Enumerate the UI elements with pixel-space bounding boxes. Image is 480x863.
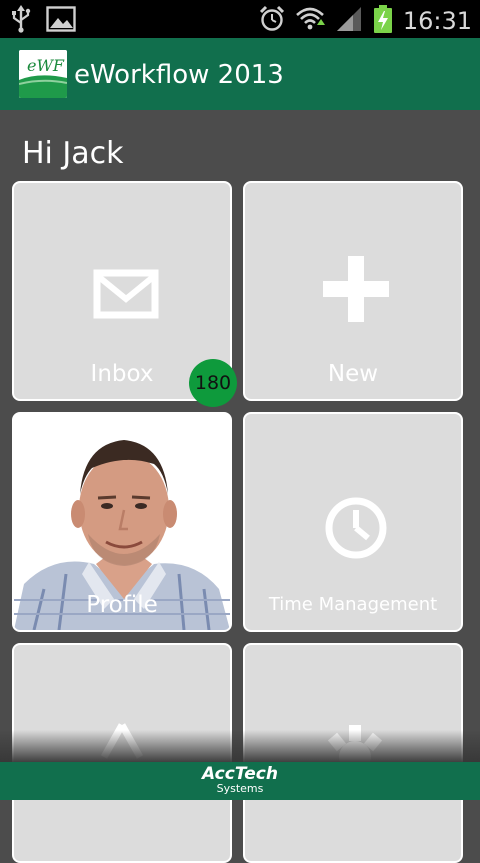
signal-icon bbox=[335, 5, 363, 37]
footer-logo: AccTech Systems bbox=[195, 765, 285, 795]
app-logo-text: eWF bbox=[27, 56, 65, 75]
wifi-icon bbox=[295, 5, 325, 37]
tile-time-management-label: Time Management bbox=[268, 594, 438, 615]
footer-brand-name: AccTech bbox=[202, 764, 278, 784]
tile-profile[interactable]: Profile bbox=[12, 412, 232, 632]
tile-new[interactable]: New bbox=[243, 181, 463, 401]
status-time: 16:31 bbox=[402, 7, 472, 35]
footer-bar: AccTech Systems bbox=[0, 762, 480, 800]
alarm-icon bbox=[259, 5, 285, 37]
app-logo[interactable]: eWF bbox=[19, 50, 67, 98]
inbox-count-badge: 180 bbox=[189, 359, 237, 407]
clock-icon bbox=[324, 496, 388, 564]
footer-brand-sub: Systems bbox=[216, 782, 264, 795]
greeting: Hi Jack bbox=[22, 136, 124, 171]
scroll-fade bbox=[0, 730, 480, 762]
plus-icon bbox=[323, 256, 389, 326]
tile-time-management[interactable]: Time Management bbox=[243, 412, 463, 632]
action-bar: eWF eWorkflow 2013 bbox=[0, 38, 480, 110]
usb-icon bbox=[10, 5, 32, 37]
status-bar: 16:31 bbox=[0, 0, 480, 38]
app-title: eWorkflow 2013 bbox=[74, 60, 284, 90]
tile-profile-label: Profile bbox=[86, 592, 158, 618]
battery-charging-icon bbox=[373, 4, 393, 38]
tile-new-label: New bbox=[327, 361, 379, 387]
mail-icon bbox=[93, 269, 159, 323]
image-notification-icon bbox=[46, 6, 76, 36]
